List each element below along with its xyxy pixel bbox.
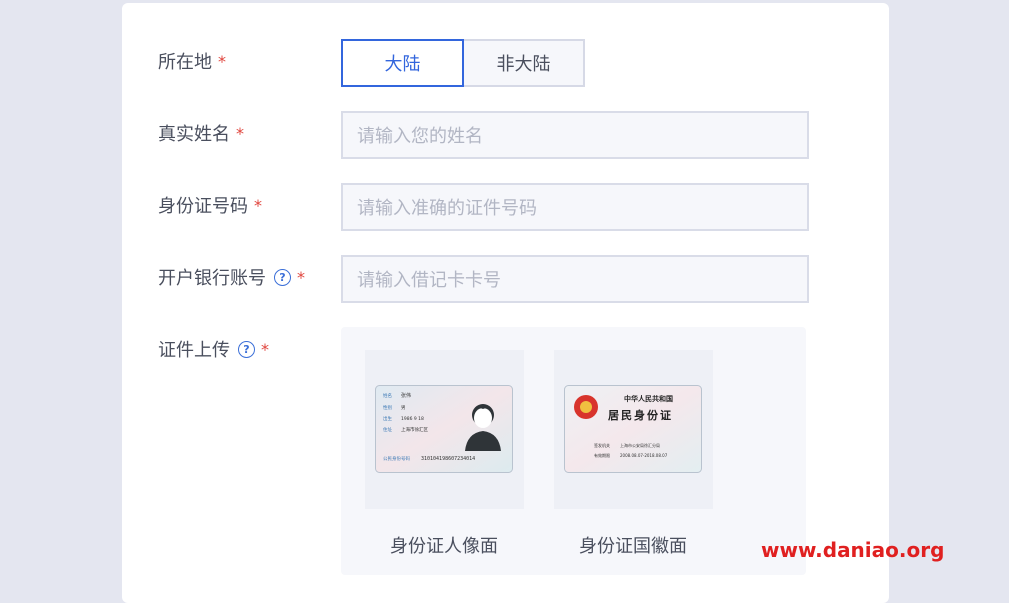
svg-text:310104198607234014: 310104198607234014 [421, 456, 475, 462]
svg-text:出生: 出生 [383, 415, 392, 422]
svg-text:有效期限: 有效期限 [594, 452, 610, 458]
location-option-mainland[interactable]: 大陆 [341, 39, 464, 87]
svg-text:姓名: 姓名 [383, 392, 392, 399]
svg-text:中华人民共和国: 中华人民共和国 [624, 394, 673, 403]
bank-account-input[interactable]: 请输入借记卡卡号 [341, 255, 809, 303]
svg-text:张伟: 张伟 [401, 392, 411, 399]
upload-back-caption: 身份证国徽面 [579, 536, 687, 557]
watermark-text: www.daniao.org [761, 538, 945, 562]
svg-text:1986 9 18: 1986 9 18 [401, 416, 424, 422]
svg-text:签发机关: 签发机关 [594, 442, 610, 448]
svg-text:上海市公安局徐汇分局: 上海市公安局徐汇分局 [620, 442, 660, 448]
svg-text:公民身份号码: 公民身份号码 [383, 455, 410, 462]
upload-label: 证件上传 ? * [158, 336, 269, 362]
required-mark: * [236, 123, 244, 143]
svg-text:上海市徐汇区: 上海市徐汇区 [401, 426, 428, 433]
svg-text:男: 男 [401, 405, 406, 411]
svg-text:2008.08.07-2018.08.07: 2008.08.07-2018.08.07 [620, 453, 668, 458]
upload-front-caption: 身份证人像面 [390, 536, 498, 557]
real-name-label-text: 真实姓名 [158, 124, 230, 145]
id-number-label: 身份证号码 * [158, 192, 262, 218]
help-icon[interactable]: ? [238, 340, 255, 358]
real-name-label: 真实姓名 * [158, 120, 244, 146]
upload-front-button[interactable]: 姓名 张伟 性别 男 出生 1986 9 18 住址 上海市徐汇区 公民身份号码… [365, 350, 524, 509]
upload-label-text: 证件上传 [158, 340, 230, 361]
svg-text:居民身份证: 居民身份证 [608, 408, 673, 422]
location-segmented-control: 大陆 非大陆 [341, 39, 585, 87]
required-mark: * [297, 267, 305, 287]
id-number-input[interactable]: 请输入准确的证件号码 [341, 183, 809, 231]
id-number-label-text: 身份证号码 [158, 196, 248, 217]
location-label: 所在地 * [158, 48, 226, 74]
svg-text:住址: 住址 [383, 426, 392, 433]
bank-account-label: 开户银行账号 ? * [158, 264, 305, 290]
upload-back-button[interactable]: 中华人民共和国 居民身份证 签发机关 上海市公安局徐汇分局 有效期限 2008.… [554, 350, 713, 509]
id-card-back-sample-image: 中华人民共和国 居民身份证 签发机关 上海市公安局徐汇分局 有效期限 2008.… [564, 385, 702, 473]
real-name-input[interactable]: 请输入您的姓名 [341, 111, 809, 159]
required-mark: * [254, 195, 262, 215]
svg-text:性别: 性别 [383, 404, 392, 411]
bank-account-label-text: 开户银行账号 [158, 268, 266, 289]
required-mark: * [261, 339, 269, 359]
location-label-text: 所在地 [158, 52, 212, 73]
id-card-front-sample-image: 姓名 张伟 性别 男 出生 1986 9 18 住址 上海市徐汇区 公民身份号码… [375, 385, 513, 473]
required-mark: * [218, 51, 226, 71]
help-icon[interactable]: ? [274, 268, 291, 286]
location-option-overseas[interactable]: 非大陆 [464, 39, 585, 87]
